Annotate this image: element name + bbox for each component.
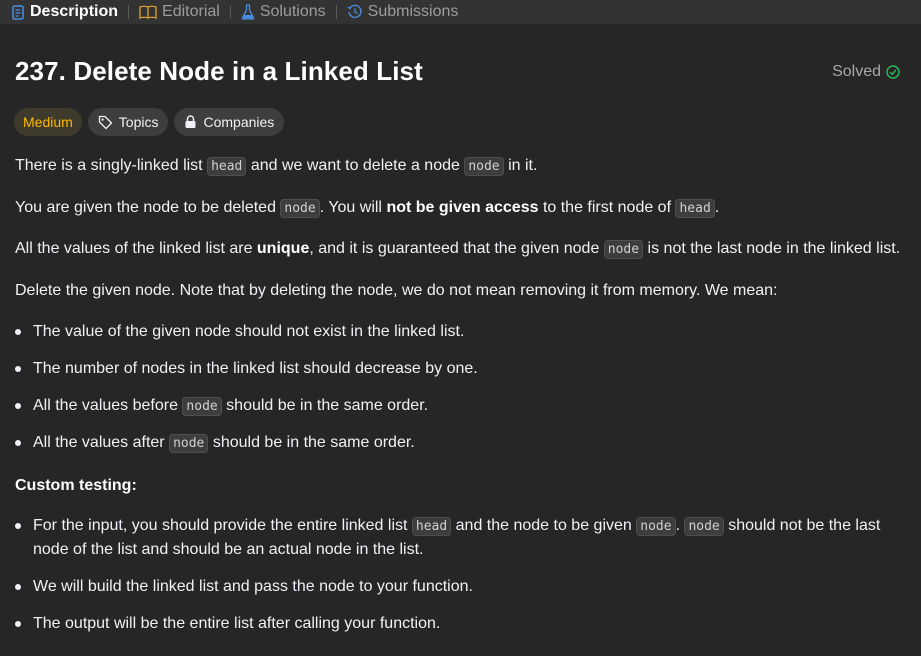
text-span: in it. [503,157,538,174]
text-span: should not be the last [723,517,881,534]
text-span: , and it is guaranteed that the given no… [309,240,604,257]
list-item-continuation: node of the list and should be an actual… [33,541,424,558]
list-item: The output will be the entire list after… [33,615,441,632]
book-icon [139,4,157,20]
topics-label: Topics [118,114,159,130]
inline-code: node [603,240,644,259]
inline-code: node [464,157,504,176]
tab-divider [335,5,337,19]
tab-bar: Description Editorial Solutions Submissi… [0,0,921,24]
description-paragraph: You are given the node to be deleted nod… [15,196,719,221]
tab-solutions[interactable]: Solutions [241,0,326,24]
bullet-dot [15,440,21,446]
tab-solutions-label: Solutions [259,3,326,20]
text-span: is not the last node in the linked list. [643,240,901,257]
description-paragraph: All the values of the linked list are un… [15,237,900,262]
bullet-dot [15,366,21,372]
text-span: and we want to delete a node [246,157,465,174]
bullet-dot [15,621,21,627]
description-icon [11,4,25,20]
bullet-dot [15,329,21,335]
companies-button[interactable]: Companies [174,108,285,136]
text-span: and the node to be given [451,517,637,534]
solved-status: Solved [832,63,900,81]
tag-icon [98,115,113,130]
text-span: . You will [319,199,387,216]
tab-editorial-label: Editorial [162,3,220,20]
inline-code: node [684,517,724,536]
custom-testing-heading: Custom testing: [15,477,137,494]
text-span: All the values before [33,397,183,414]
companies-label: Companies [203,114,275,130]
bold-text: unique [256,240,310,257]
inline-code: node [636,517,676,536]
bullet-dot [15,523,21,529]
solved-label: Solved [832,63,881,80]
problem-title: 237. Delete Node in a Linked List [15,56,423,86]
bullet-dot [15,403,21,409]
list-item: The number of nodes in the linked list s… [33,360,478,377]
tab-editorial[interactable]: Editorial [139,0,220,24]
description-paragraph: There is a singly-linked list head and w… [15,154,537,179]
check-circle-icon [886,65,900,79]
tab-description[interactable]: Description [11,0,118,24]
tab-divider [229,5,231,19]
inline-code: head [675,199,715,218]
text-span: For the input, you should provide the en… [33,517,412,534]
bold-text: not be given access [386,199,539,216]
text-span: You are given the node to be deleted [15,199,281,216]
list-item: For the input, you should provide the en… [33,514,880,539]
history-icon [347,4,363,20]
text-span: There is a singly-linked list [15,157,208,174]
text-span: should be in the same order. [208,434,415,451]
flask-icon [241,4,255,20]
section-heading: Custom testing: [15,474,137,498]
inline-code: head [207,157,247,176]
tab-description-label: Description [30,3,119,20]
text-span: . [714,199,720,216]
inline-code: node [169,434,209,453]
inline-code: head [411,517,452,536]
text-span: should be in the same order. [221,397,429,414]
inline-code: node [280,199,320,218]
text-span: All the values of the linked list are [15,240,257,257]
lock-icon [184,115,197,129]
tab-divider [128,5,130,19]
list-item: We will build the linked list and pass t… [33,578,473,595]
list-item: All the values after node should be in t… [33,431,415,456]
text-span: to the first node of [538,199,676,216]
list-item: All the values before node should be in … [33,394,428,419]
list-item: The value of the given node should not e… [33,323,465,340]
bullet-dot [15,584,21,590]
difficulty-badge: Medium [14,108,82,136]
text-span: All the values after [33,434,170,451]
topics-button[interactable]: Topics [87,108,169,136]
tab-submissions-label: Submissions [367,3,459,20]
description-paragraph: Delete the given node. Note that by dele… [15,282,778,299]
tab-submissions[interactable]: Submissions [347,0,459,24]
inline-code: node [182,397,222,416]
problem-tags: Medium Topics Companies [14,108,285,136]
